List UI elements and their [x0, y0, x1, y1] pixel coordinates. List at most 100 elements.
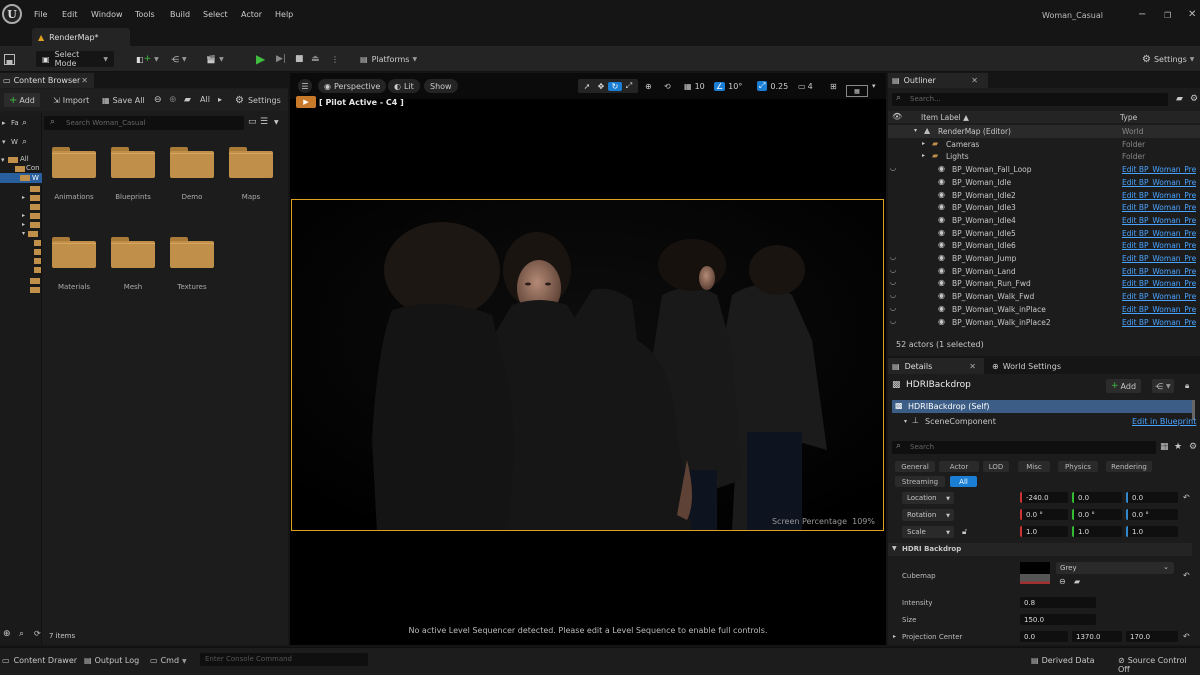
- section-header[interactable]: ▼ HDRI Backdrop: [888, 543, 1192, 556]
- visibility-icon[interactable]: ◡: [890, 317, 896, 325]
- rotation-dropdown[interactable]: Rotation ▼: [902, 509, 954, 521]
- tab-world-settings[interactable]: ⊕ World Settings: [992, 358, 1061, 374]
- intensity-field[interactable]: 0.8: [1020, 597, 1096, 608]
- scale-tool-icon[interactable]: ⤢: [622, 81, 636, 91]
- outliner-row[interactable]: ◉ BP_Woman_Idle Edit BP_Woman_Pre: [888, 176, 1200, 189]
- outliner-row[interactable]: ◉ BP_Woman_Idle5 Edit BP_Woman_Pre: [888, 227, 1200, 240]
- outliner-row[interactable]: ◉ BP_Woman_Idle4 Edit BP_Woman_Pre: [888, 214, 1200, 227]
- more-options-icon[interactable]: ⋮: [331, 51, 339, 67]
- viewport-layout-icon[interactable]: ▦: [846, 85, 868, 97]
- tree-project[interactable]: W: [11, 138, 18, 146]
- edit-blueprint-link[interactable]: Edit BP_Woman_Pre: [1122, 191, 1196, 200]
- folder-textures[interactable]: [170, 235, 214, 268]
- import-button[interactable]: ⇲ Import: [53, 93, 89, 107]
- tree-favorites[interactable]: Fa: [11, 119, 19, 127]
- filter-streaming[interactable]: Streaming: [895, 476, 945, 487]
- play-icon[interactable]: ▶: [256, 51, 265, 67]
- menu-file[interactable]: File: [34, 10, 47, 19]
- edit-blueprint-link[interactable]: Edit BP_Woman_Pre: [1122, 305, 1196, 314]
- hamburger-menu-icon[interactable]: ☰: [298, 79, 312, 93]
- search-icon[interactable]: ⌕: [22, 137, 27, 147]
- surface-snap-icon[interactable]: ⟲: [664, 79, 671, 93]
- use-selected-icon[interactable]: ⊖: [1059, 577, 1066, 586]
- tree-collapse-icon[interactable]: ▾: [2, 138, 6, 146]
- tree-expand-icon[interactable]: ▸: [22, 212, 25, 219]
- outliner-row[interactable]: ◡ ◉ BP_Woman_Jump Edit BP_Woman_Pre: [888, 252, 1200, 265]
- save-icon[interactable]: [4, 51, 15, 67]
- visibility-icon[interactable]: ◡: [890, 253, 896, 261]
- perspective-button[interactable]: ◉ Perspective: [318, 79, 387, 93]
- save-all-button[interactable]: ▦ Save All: [102, 93, 145, 107]
- tree-expand-icon[interactable]: ▾: [22, 230, 25, 237]
- outliner-row[interactable]: ▾ ▲ RenderMap (Editor) World: [888, 125, 1200, 138]
- filter-misc[interactable]: Misc: [1018, 461, 1050, 472]
- pilot-camera-icon[interactable]: ▶: [296, 96, 316, 108]
- outliner-row[interactable]: ◡ ◉ BP_Woman_Walk_inPlace Edit BP_Woman_Pre: [888, 303, 1200, 316]
- tree-expand-icon[interactable]: ▸: [22, 194, 25, 201]
- edit-blueprint-link[interactable]: Edit BP_Woman_Pre: [1122, 279, 1196, 288]
- content-drawer-button[interactable]: ▭ Content Drawer: [2, 656, 77, 665]
- menu-window[interactable]: Window: [91, 10, 123, 19]
- settings-button[interactable]: ⚙ Settings: [235, 93, 281, 107]
- menu-edit[interactable]: Edit: [62, 10, 78, 19]
- camera-speed-button[interactable]: ▭ 4: [798, 79, 813, 93]
- save-search-icon[interactable]: ▭: [248, 117, 257, 127]
- level-viewport[interactable]: ☰ ◉ Perspective ◐ Lit Show ➚ ✥ ↻ ⤢ ⊕ ⟲ ▦ 10…: [290, 73, 886, 645]
- visibility-icon[interactable]: ◡: [890, 164, 896, 172]
- menu-build[interactable]: Build: [170, 10, 190, 19]
- tree-search-icon[interactable]: ⌕: [19, 629, 24, 639]
- close-icon[interactable]: ✕: [1188, 9, 1196, 20]
- move-tool-icon[interactable]: ✥: [594, 82, 608, 91]
- tree-collapse-icon[interactable]: ▸: [2, 119, 6, 127]
- outliner-row[interactable]: ◉ BP_Woman_Idle3 Edit BP_Woman_Pre: [888, 201, 1200, 214]
- column-type[interactable]: Type: [1120, 113, 1137, 122]
- blueprint-button[interactable]: ⋲ ▼: [171, 51, 187, 67]
- rotate-tool-icon[interactable]: ↻: [608, 81, 622, 91]
- layout-icon[interactable]: ⊞: [830, 79, 837, 93]
- angle-snap-button[interactable]: ∠ 10°: [714, 79, 742, 93]
- edit-blueprint-link[interactable]: Edit BP_Woman_Pre: [1122, 241, 1196, 250]
- grid-view-icon[interactable]: ▦: [1160, 442, 1169, 452]
- location-dropdown[interactable]: Location ▼: [902, 492, 954, 504]
- projection-z[interactable]: 170.0: [1126, 631, 1178, 642]
- rotation-y[interactable]: 0.0 °: [1072, 509, 1122, 520]
- reset-icon[interactable]: ↶: [1183, 632, 1190, 641]
- reset-icon[interactable]: ↶: [1183, 493, 1190, 502]
- folder-materials[interactable]: [52, 235, 96, 268]
- outliner-search[interactable]: ⌕ Search...: [892, 93, 1168, 106]
- outliner-row[interactable]: ▸ ▰ Lights Folder: [888, 150, 1200, 163]
- minimize-icon[interactable]: −: [1138, 9, 1146, 20]
- reset-icon[interactable]: ↶: [1183, 571, 1190, 580]
- unreal-logo-icon[interactable]: U: [2, 4, 22, 24]
- filter-icon[interactable]: ☰: [260, 117, 268, 127]
- scale-z[interactable]: 1.0: [1126, 526, 1178, 537]
- lock-icon[interactable]: 🔓︎: [962, 527, 967, 537]
- scale-x[interactable]: 1.0: [1020, 526, 1068, 537]
- menu-help[interactable]: Help: [275, 10, 293, 19]
- back-icon[interactable]: ⊖: [154, 95, 162, 105]
- chevron-right-icon[interactable]: ▸: [922, 140, 925, 147]
- edit-blueprint-link[interactable]: Edit BP_Woman_Pre: [1122, 267, 1196, 276]
- filter-lod[interactable]: LOD: [983, 461, 1009, 472]
- outliner-row[interactable]: ◡ ◉ BP_Woman_Run_Fwd Edit BP_Woman_Pre: [888, 277, 1200, 290]
- edit-blueprint-link[interactable]: Edit BP_Woman_Pre: [1122, 216, 1196, 225]
- chevron-down-icon[interactable]: ▾: [914, 127, 917, 134]
- tree-history-icon[interactable]: ⟳: [34, 629, 41, 638]
- edit-blueprint-link[interactable]: Edit BP_Woman_Pre: [1122, 178, 1196, 187]
- stop-icon[interactable]: ■: [295, 51, 304, 67]
- maximize-icon[interactable]: ❐: [1164, 11, 1171, 20]
- location-x[interactable]: -240.0: [1020, 492, 1068, 503]
- location-y[interactable]: 0.0: [1072, 492, 1122, 503]
- close-tab-icon[interactable]: ✕: [971, 76, 978, 85]
- edit-blueprint-link[interactable]: Edit BP_Woman_Pre: [1122, 165, 1196, 174]
- folder-mesh[interactable]: [111, 235, 155, 268]
- filter-rendering[interactable]: Rendering: [1106, 461, 1152, 472]
- outliner-row[interactable]: ▸ ▰ Cameras Folder: [888, 138, 1200, 151]
- filter-actor[interactable]: Actor: [939, 461, 979, 472]
- tab-content-browser[interactable]: ▭ Content Browser ✕: [0, 73, 94, 88]
- outliner-row[interactable]: ◡ ◉ BP_Woman_Walk_inPlace2 Edit BP_Woman_Pr…: [888, 316, 1200, 329]
- chevron-down-icon[interactable]: ▼: [274, 119, 279, 126]
- tree-add-icon[interactable]: ⊕: [3, 629, 11, 639]
- search-box[interactable]: ⌕ Search Woman_Casual: [44, 116, 244, 130]
- location-z[interactable]: 0.0: [1126, 492, 1178, 503]
